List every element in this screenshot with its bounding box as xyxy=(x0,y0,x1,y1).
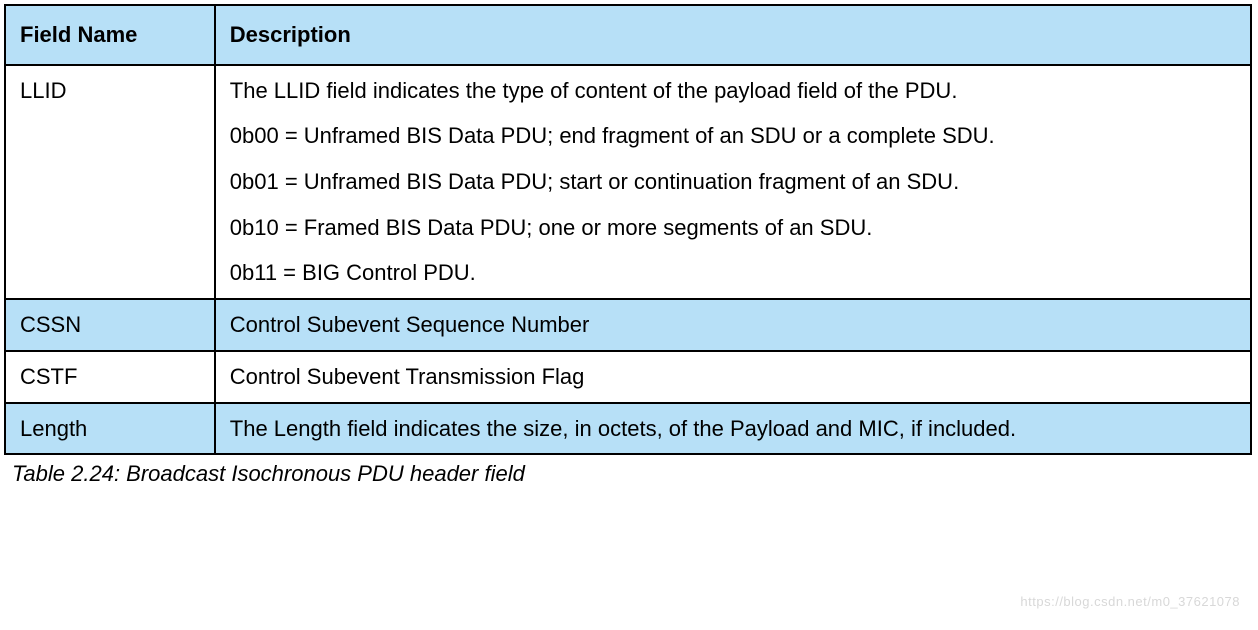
description-line: 0b01 = Unframed BIS Data PDU; start or c… xyxy=(230,167,1236,197)
table-row: Length The Length field indicates the siz… xyxy=(5,403,1251,455)
description-line: 0b00 = Unframed BIS Data PDU; end fragme… xyxy=(230,121,1236,151)
description-cell: The LLID field indicates the type of con… xyxy=(215,65,1251,299)
field-name-cell: LLID xyxy=(5,65,215,299)
table-row: LLID The LLID field indicates the type of… xyxy=(5,65,1251,299)
field-name-cell: CSTF xyxy=(5,351,215,403)
table-row: CSSN Control Subevent Sequence Number xyxy=(5,299,1251,351)
header-field-table: Field Name Description LLID The LLID fiel… xyxy=(4,4,1252,455)
table-caption: Table 2.24: Broadcast Isochronous PDU he… xyxy=(12,461,1254,487)
description-line: 0b11 = BIG Control PDU. xyxy=(230,258,1236,288)
field-name-cell: CSSN xyxy=(5,299,215,351)
description-line: Control Subevent Sequence Number xyxy=(230,310,1236,340)
watermark-text: https://blog.csdn.net/m0_37621078 xyxy=(1020,594,1240,609)
description-line: 0b10 = Framed BIS Data PDU; one or more … xyxy=(230,213,1236,243)
col-header-field: Field Name xyxy=(5,5,215,65)
description-cell: Control Subevent Transmission Flag xyxy=(215,351,1251,403)
table-row: CSTF Control Subevent Transmission Flag xyxy=(5,351,1251,403)
table-header-row: Field Name Description xyxy=(5,5,1251,65)
col-header-description: Description xyxy=(215,5,1251,65)
description-line: Control Subevent Transmission Flag xyxy=(230,362,1236,392)
field-name-cell: Length xyxy=(5,403,215,455)
description-cell: Control Subevent Sequence Number xyxy=(215,299,1251,351)
description-line: The Length field indicates the size, in … xyxy=(230,414,1236,444)
description-cell: The Length field indicates the size, in … xyxy=(215,403,1251,455)
description-line: The LLID field indicates the type of con… xyxy=(230,76,1236,106)
